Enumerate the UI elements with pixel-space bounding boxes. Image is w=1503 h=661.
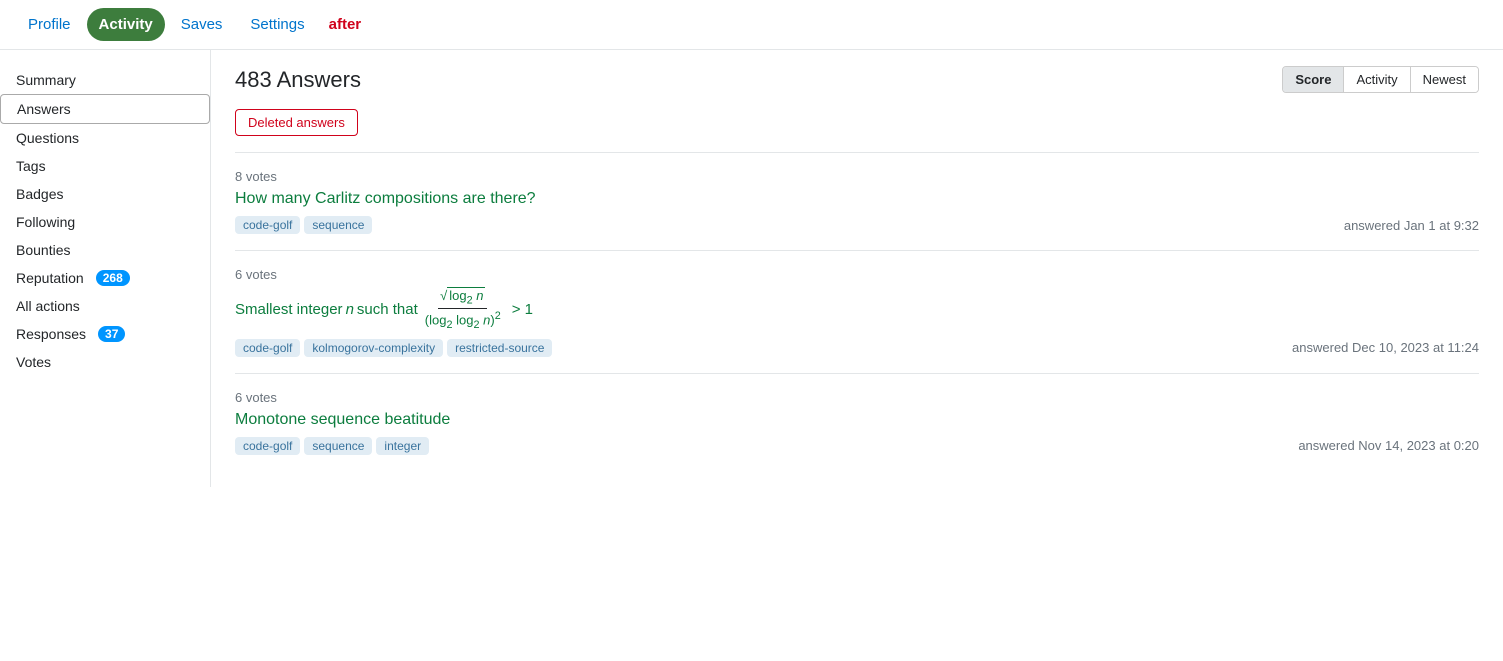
sidebar-item-summary[interactable]: Summary [0,66,210,94]
answer-title-link[interactable]: Monotone sequence beatitude [235,411,1479,429]
sidebar-item-all-actions[interactable]: All actions [0,292,210,320]
tags-left: code-golf sequence [235,216,372,234]
responses-badge: 37 [98,326,125,342]
answer-text-middle: such that [357,301,418,318]
tag[interactable]: restricted-source [447,339,552,357]
sidebar-item-bounties[interactable]: Bounties [0,236,210,264]
content-header: 483 Answers Score Activity Newest [235,66,1479,93]
tag[interactable]: code-golf [235,339,300,357]
sidebar-item-questions[interactable]: Questions [0,124,210,152]
tags-row: code-golf sequence integer answered Nov … [235,437,1479,455]
sidebar-item-answers[interactable]: Answers [0,94,210,124]
sidebar-item-following[interactable]: Following [0,208,210,236]
reputation-badge: 268 [96,270,130,286]
sidebar-item-responses[interactable]: Responses 37 [0,320,210,348]
sidebar-item-tags[interactable]: Tags [0,152,210,180]
sidebar-label-answers: Answers [17,101,71,117]
activity-tab[interactable]: Activity [87,8,165,41]
answer-item: 6 votes Monotone sequence beatitude code… [235,373,1479,471]
tag[interactable]: code-golf [235,216,300,234]
sidebar-label-bounties: Bounties [16,242,70,258]
sort-score-button[interactable]: Score [1283,67,1344,92]
sidebar-label-summary: Summary [16,72,76,88]
math-greater-than: > 1 [512,301,533,318]
sort-newest-button[interactable]: Newest [1411,67,1478,92]
settings-tab[interactable]: Settings [238,8,316,41]
tag[interactable]: code-golf [235,437,300,455]
sidebar-label-badges: Badges [16,186,63,202]
tag[interactable]: sequence [304,216,372,234]
sidebar-label-questions: Questions [16,130,79,146]
answered-date: answered Nov 14, 2023 at 0:20 [1298,438,1479,453]
sidebar-label-votes: Votes [16,354,51,370]
sidebar-label-reputation: Reputation [16,270,84,286]
top-navigation: Profile Activity Saves Settings after [0,0,1503,50]
deleted-answers-button[interactable]: Deleted answers [235,109,358,136]
votes-count: 6 votes [235,390,1479,405]
profile-tab[interactable]: Profile [16,8,83,41]
answered-date: answered Jan 1 at 9:32 [1344,218,1479,233]
saves-tab[interactable]: Saves [169,8,235,41]
tags-left: code-golf sequence integer [235,437,429,455]
sidebar-item-reputation[interactable]: Reputation 268 [0,264,210,292]
sort-buttons: Score Activity Newest [1282,66,1479,93]
answer-title-math[interactable]: Smallest integer n such that √log2 n (lo… [235,288,1479,331]
sidebar: Summary Answers Questions Tags Badges Fo… [0,50,210,487]
tags-row: code-golf kolmogorov-complexity restrict… [235,339,1479,357]
answer-item: 8 votes How many Carlitz compositions ar… [235,152,1479,250]
sidebar-label-tags: Tags [16,158,46,174]
answer-item: 6 votes Smallest integer n such that √lo… [235,250,1479,373]
votes-count: 8 votes [235,169,1479,184]
answer-text-prefix: Smallest integer [235,301,343,318]
votes-count: 6 votes [235,267,1479,282]
tags-left: code-golf kolmogorov-complexity restrict… [235,339,552,357]
page-title: 483 Answers [235,67,361,93]
answer-text-n: n [346,301,354,318]
math-denominator: (log2 log2 n)2 [423,309,503,331]
sidebar-label-responses: Responses [16,326,86,342]
sidebar-item-badges[interactable]: Badges [0,180,210,208]
math-fraction: √log2 n (log2 log2 n)2 [423,288,503,331]
main-layout: Summary Answers Questions Tags Badges Fo… [0,50,1503,487]
tag[interactable]: integer [376,437,429,455]
sidebar-label-all-actions: All actions [16,298,80,314]
answer-title-link[interactable]: How many Carlitz compositions are there? [235,190,1479,208]
tag[interactable]: kolmogorov-complexity [304,339,443,357]
after-label: after [329,16,362,33]
content-area: 483 Answers Score Activity Newest Delete… [210,50,1503,487]
sidebar-item-votes[interactable]: Votes [0,348,210,376]
tag[interactable]: sequence [304,437,372,455]
sidebar-label-following: Following [16,214,75,230]
tags-row: code-golf sequence answered Jan 1 at 9:3… [235,216,1479,234]
math-numerator: √log2 n [438,288,487,309]
sort-activity-button[interactable]: Activity [1344,67,1410,92]
answered-date: answered Dec 10, 2023 at 11:24 [1292,340,1479,355]
